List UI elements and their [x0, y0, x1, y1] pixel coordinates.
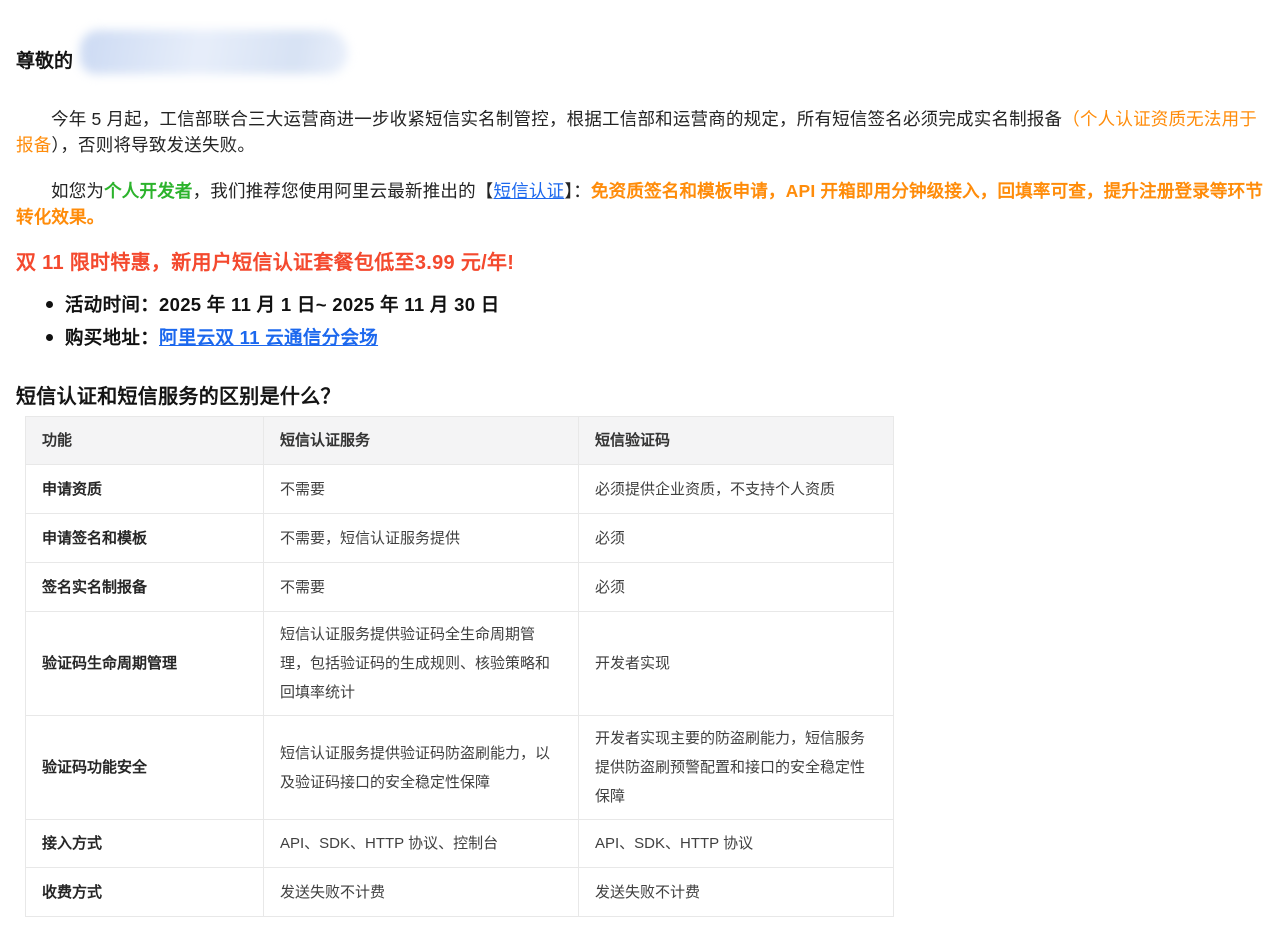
- header-sms-verification-code: 短信验证码: [579, 417, 894, 465]
- row-feature-label: 申请签名和模板: [26, 514, 264, 563]
- promo-headline: 双 11 限时特惠，新用户短信认证套餐包低至3.99 元/年!: [16, 251, 1264, 276]
- table-header-row: 功能 短信认证服务 短信验证码: [26, 417, 894, 465]
- bullet-activity-time: 活动时间：2025 年 11 月 1 日~ 2025 年 11 月 30 日: [16, 288, 1280, 321]
- double11-venue-link[interactable]: 阿里云双 11 云通信分会场: [159, 327, 378, 348]
- row-feature-label: 接入方式: [26, 820, 264, 868]
- row-verification-code-value: 必须: [579, 514, 894, 563]
- recommend-text-3: 】：: [564, 181, 591, 201]
- table-row: 接入方式 API、SDK、HTTP 协议、控制台 API、SDK、HTTP 协议: [26, 820, 894, 868]
- row-verification-code-value: 必须: [579, 563, 894, 612]
- row-auth-service-value: 不需要，短信认证服务提供: [264, 514, 579, 563]
- comparison-table: 功能 短信认证服务 短信验证码 申请资质 不需要 必须提供企业资质，不支持个人资…: [25, 416, 894, 917]
- row-verification-code-value: 必须提供企业资质，不支持个人资质: [579, 465, 894, 514]
- developer-type-highlight: 个人开发者: [104, 181, 193, 201]
- row-auth-service-value: 短信认证服务提供验证码防盗刷能力，以及验证码接口的安全稳定性保障: [264, 716, 579, 820]
- row-auth-service-value: 发送失败不计费: [264, 868, 579, 917]
- activity-time-value: 2025 年 11 月 1 日~ 2025 年 11 月 30 日: [159, 294, 500, 315]
- bullet-purchase-address: 购买地址：阿里云双 11 云通信分会场: [16, 321, 1280, 354]
- policy-text: 今年 5 月起，工信部联合三大运营商进一步收紧短信实名制管控，根据工信部和运营商…: [51, 109, 1062, 129]
- greeting-row: 尊敬的: [0, 0, 1280, 70]
- promo-bullet-list: 活动时间：2025 年 11 月 1 日~ 2025 年 11 月 30 日 购…: [0, 288, 1280, 354]
- purchase-address-label: 购买地址：: [65, 327, 159, 348]
- row-auth-service-value: 不需要: [264, 465, 579, 514]
- table-row: 验证码功能安全 短信认证服务提供验证码防盗刷能力，以及验证码接口的安全稳定性保障…: [26, 716, 894, 820]
- announcement-page: 尊敬的 今年 5 月起，工信部联合三大运营商进一步收紧短信实名制管控，根据工信部…: [0, 0, 1280, 917]
- paragraph-recommendation: 如您为个人开发者，我们推荐您使用阿里云最新推出的【短信认证】：免资质签名和模板申…: [16, 178, 1264, 230]
- row-verification-code-value: API、SDK、HTTP 协议: [579, 820, 894, 868]
- header-feature: 功能: [26, 417, 264, 465]
- table-row: 签名实名制报备 不需要 必须: [26, 563, 894, 612]
- table-row: 申请资质 不需要 必须提供企业资质，不支持个人资质: [26, 465, 894, 514]
- row-verification-code-value: 开发者实现主要的防盗刷能力，短信服务提供防盗刷预警配置和接口的安全稳定性保障: [579, 716, 894, 820]
- row-feature-label: 验证码功能安全: [26, 716, 264, 820]
- section-title: 短信认证和短信服务的区别是什么？: [16, 384, 1264, 410]
- row-feature-label: 签名实名制报备: [26, 563, 264, 612]
- row-feature-label: 收费方式: [26, 868, 264, 917]
- redacted-recipient-name: [80, 30, 348, 74]
- greeting-text: 尊敬的: [16, 51, 73, 72]
- row-auth-service-value: 不需要: [264, 563, 579, 612]
- row-verification-code-value: 发送失败不计费: [579, 868, 894, 917]
- recommend-text-2: ，我们推荐您使用阿里云最新推出的【: [193, 181, 494, 201]
- header-sms-auth-service: 短信认证服务: [264, 417, 579, 465]
- table-row: 验证码生命周期管理 短信认证服务提供验证码全生命周期管理，包括验证码的生成规则、…: [26, 612, 894, 716]
- policy-text-end: ），否则将导致发送失败。: [51, 135, 255, 155]
- row-verification-code-value: 开发者实现: [579, 612, 894, 716]
- paragraph-policy-intro: 今年 5 月起，工信部联合三大运营商进一步收紧短信实名制管控，根据工信部和运营商…: [16, 106, 1264, 158]
- row-auth-service-value: API、SDK、HTTP 协议、控制台: [264, 820, 579, 868]
- activity-time-label: 活动时间：: [65, 294, 159, 315]
- row-feature-label: 验证码生命周期管理: [26, 612, 264, 716]
- row-feature-label: 申请资质: [26, 465, 264, 514]
- table-row: 申请签名和模板 不需要，短信认证服务提供 必须: [26, 514, 894, 563]
- table-row: 收费方式 发送失败不计费 发送失败不计费: [26, 868, 894, 917]
- sms-auth-link[interactable]: 短信认证: [494, 181, 565, 201]
- recommend-text-1: 如您为: [51, 181, 104, 201]
- row-auth-service-value: 短信认证服务提供验证码全生命周期管理，包括验证码的生成规则、核验策略和回填率统计: [264, 612, 579, 716]
